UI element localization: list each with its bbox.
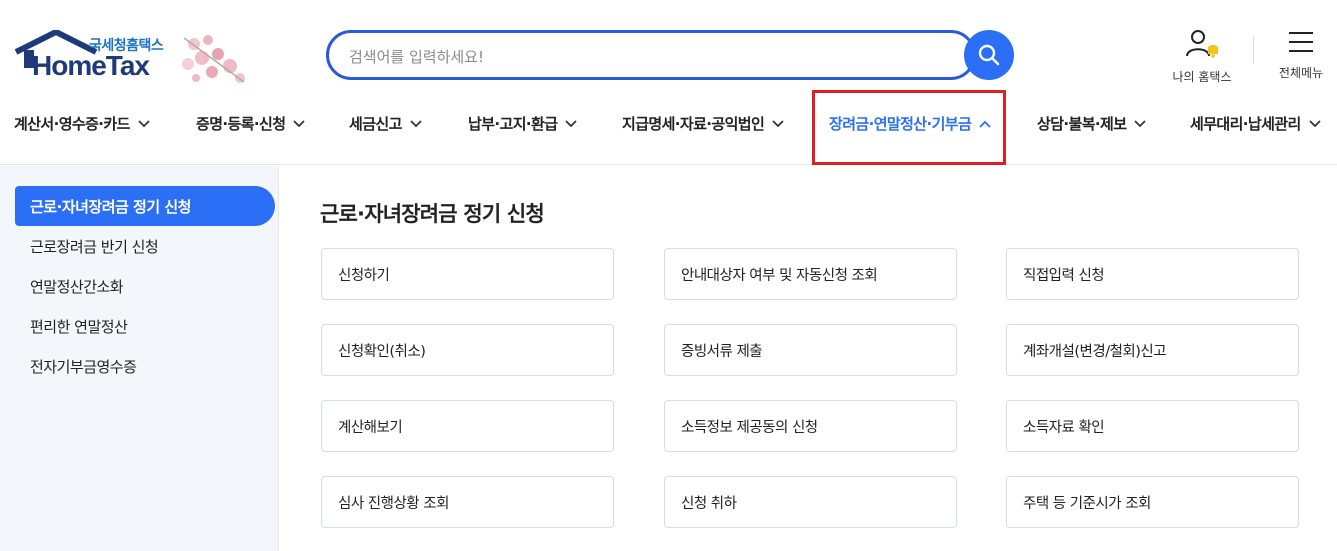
chevron-down-icon bbox=[410, 119, 422, 127]
nav-item-label: 지급명세·자료·공익법인 bbox=[622, 115, 765, 133]
all-menu-label: 전체메뉴 bbox=[1278, 66, 1324, 80]
chevron-down-icon bbox=[138, 119, 150, 127]
nav-item-label: 계산서·영수증·카드 bbox=[14, 115, 130, 133]
search-icon bbox=[978, 44, 1000, 66]
sidebar-item-regular-application[interactable]: 근로·자녀장려금 정기 신청 bbox=[15, 186, 275, 226]
nav-item-tax-agent[interactable]: 세무대리·납세관리 bbox=[1190, 113, 1321, 134]
card-confirm-cancel[interactable]: 신청확인(취소) bbox=[321, 324, 614, 376]
search-button[interactable] bbox=[964, 30, 1014, 80]
nav-item-label: 증명·등록·신청 bbox=[196, 115, 286, 133]
page-title: 근로·자녀장려금 정기 신청 bbox=[320, 202, 545, 226]
logo-english-text: HomeTax bbox=[32, 50, 150, 81]
nav-item-payment[interactable]: 납부·고지·환급 bbox=[468, 113, 578, 134]
nav-item-tax-filing[interactable]: 세금신고 bbox=[349, 113, 422, 134]
hamburger-icon bbox=[1289, 32, 1313, 52]
chevron-down-icon bbox=[293, 119, 306, 127]
cherry-blossom-icon bbox=[182, 35, 245, 83]
sidebar-item-donation-receipt[interactable]: 전자기부금영수증 bbox=[30, 356, 137, 377]
main-nav: 계산서·영수증·카드 증명·등록·신청 세금신고 납부·고지·환급 지급명세·자… bbox=[0, 95, 1337, 165]
card-direct-input[interactable]: 직접입력 신청 bbox=[1006, 248, 1299, 300]
nav-item-label: 상담·불복·제보 bbox=[1037, 115, 1127, 133]
card-calculate[interactable]: 계산해보기 bbox=[321, 400, 614, 452]
my-hometax-label: 나의 홈택스 bbox=[1172, 70, 1232, 84]
header-divider bbox=[1253, 36, 1254, 64]
sidebar-item-year-end-simplified[interactable]: 연말정산간소화 bbox=[30, 276, 124, 297]
nav-item-certificates[interactable]: 증명·등록·신청 bbox=[196, 113, 306, 134]
card-eligibility-lookup[interactable]: 안내대상자 여부 및 자동신청 조회 bbox=[664, 248, 957, 300]
chevron-down-icon bbox=[772, 119, 784, 127]
user-bell-icon bbox=[1186, 30, 1218, 58]
card-income-consent[interactable]: 소득정보 제공동의 신청 bbox=[664, 400, 957, 452]
hometax-logo[interactable]: 국세청홈택스 HomeTax bbox=[14, 30, 254, 88]
header: 국세청홈택스 HomeTax 검색어를 입력하세요! 나의 홈택스 전체메뉴 bbox=[0, 0, 1337, 95]
nav-item-label: 세무대리·납세관리 bbox=[1190, 115, 1301, 133]
card-review-status[interactable]: 심사 진행상황 조회 bbox=[321, 476, 614, 528]
card-submit-documents[interactable]: 증빙서류 제출 bbox=[664, 324, 957, 376]
sidebar-item-convenient-year-end[interactable]: 편리한 연말정산 bbox=[30, 316, 128, 337]
nav-item-consultation[interactable]: 상담·불복·제보 bbox=[1037, 113, 1147, 134]
sidebar-item-half-year-application[interactable]: 근로장려금 반기 신청 bbox=[30, 236, 159, 257]
nav-item-receipts[interactable]: 계산서·영수증·카드 bbox=[14, 113, 150, 134]
nav-item-statements[interactable]: 지급명세·자료·공익법인 bbox=[622, 113, 784, 134]
search-input[interactable]: 검색어를 입력하세요! bbox=[326, 30, 976, 80]
card-withdraw[interactable]: 신청 취하 bbox=[664, 476, 957, 528]
all-menu-button[interactable]: 전체메뉴 bbox=[1268, 30, 1334, 81]
card-housing-price[interactable]: 주택 등 기준시가 조회 bbox=[1006, 476, 1299, 528]
chevron-down-icon bbox=[1309, 119, 1321, 127]
card-account-registration[interactable]: 계좌개설(변경/철회)신고 bbox=[1006, 324, 1299, 376]
my-hometax-button[interactable]: 나의 홈택스 bbox=[1162, 28, 1242, 85]
sidebar: 근로·자녀장려금 정기 신청 근로장려금 반기 신청 연말정산간소화 편리한 연… bbox=[0, 166, 279, 551]
chevron-down-icon bbox=[565, 119, 578, 127]
nav-item-label: 납부·고지·환급 bbox=[468, 115, 558, 133]
card-income-check[interactable]: 소득자료 확인 bbox=[1006, 400, 1299, 452]
search-placeholder: 검색어를 입력하세요! bbox=[349, 48, 484, 66]
card-apply[interactable]: 신청하기 bbox=[321, 248, 614, 300]
chevron-down-icon bbox=[1134, 119, 1147, 127]
nav-item-label: 세금신고 bbox=[349, 115, 402, 133]
active-nav-highlight-box bbox=[812, 90, 1006, 165]
